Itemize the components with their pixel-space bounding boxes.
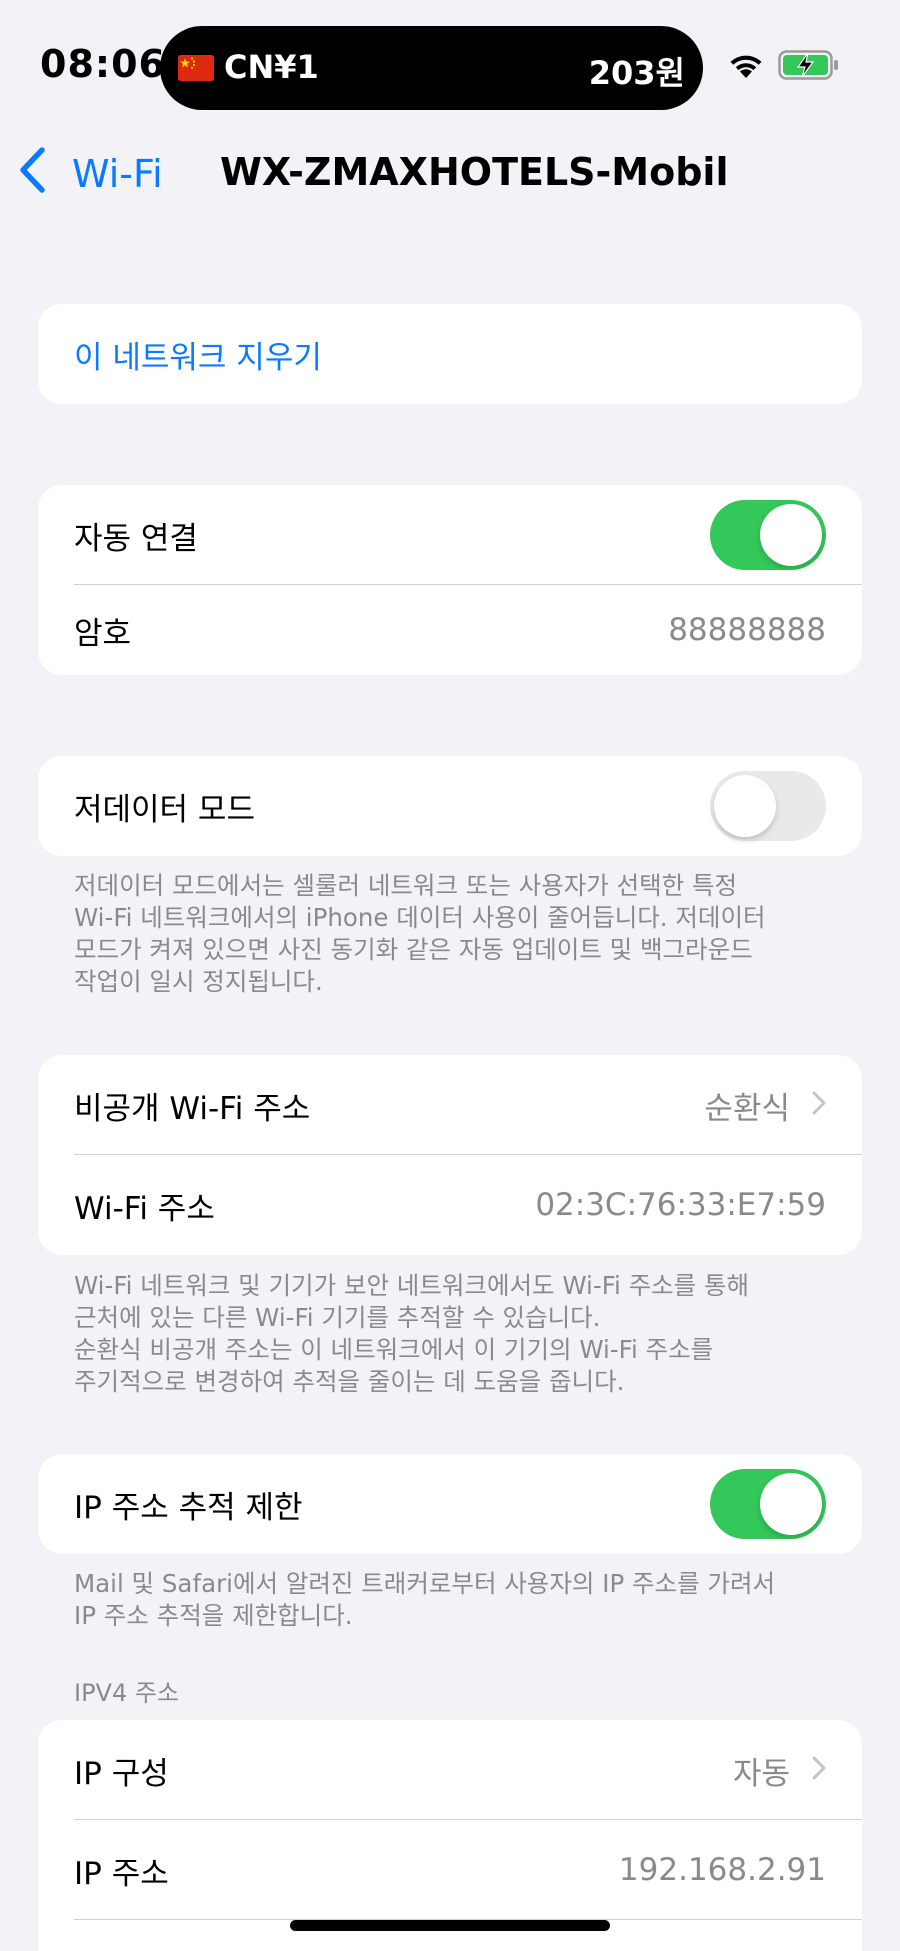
footnote-line: 모드가 켜져 있으면 사진 동기화 같은 자동 업데이트 및 백그라운드: [74, 935, 753, 964]
auto-join-toggle[interactable]: [710, 500, 826, 570]
island-currency-left: CN¥1: [224, 48, 319, 86]
ip-address-row: IP 주소 192.168.2.91: [38, 1820, 862, 1920]
password-row[interactable]: 암호 88888888: [38, 585, 862, 675]
footnote-line: Wi-Fi 네트워크 및 기기가 보안 네트워크에서도 Wi-Fi 주소를 통해: [74, 1271, 750, 1300]
wifi-icon: [727, 50, 765, 84]
wifi-address-label: Wi-Fi 주소: [74, 1190, 215, 1227]
low-data-group: 저데이터 모드: [38, 756, 862, 856]
back-label: Wi-Fi: [72, 152, 163, 196]
ip-tracking-group: IP 주소 추적 제한: [38, 1454, 862, 1554]
footnote-line: 작업이 일시 정지됩니다.: [74, 967, 323, 996]
footnote-line: 근처에 있는 다른 Wi-Fi 기기를 추적할 수 있습니다.: [74, 1303, 601, 1332]
private-address-label: 비공개 Wi-Fi 주소: [74, 1090, 311, 1127]
forget-network-label: 이 네트워크 지우기: [74, 339, 322, 376]
ip-address-value: 192.168.2.91: [618, 1852, 826, 1888]
low-data-row: 저데이터 모드: [38, 756, 862, 856]
auto-join-label: 자동 연결: [74, 520, 198, 557]
private-address-row[interactable]: 비공개 Wi-Fi 주소 순환식: [38, 1055, 862, 1155]
private-address-value: 순환식: [704, 1090, 790, 1127]
status-time: 08:06: [40, 42, 166, 86]
ip-tracking-footnote: Mail 및 Safari에서 알려진 트래커로부터 사용자의 IP 주소를 가…: [74, 1568, 854, 1632]
footnote-line: 주기적으로 변경하여 추적을 줄이는 데 도움을 줍니다.: [74, 1367, 625, 1396]
battery-charging-icon: [778, 50, 840, 84]
limit-ip-tracking-row: IP 주소 추적 제한: [38, 1454, 862, 1554]
toggle-knob: [714, 775, 776, 837]
footnote-line: 순환식 비공개 주소는 이 네트워크에서 이 기기의 Wi-Fi 주소를: [74, 1335, 714, 1364]
toggle-knob: [760, 504, 822, 566]
ipv4-section-header: IPV4 주소: [74, 1679, 180, 1707]
island-currency-right: 203원: [588, 54, 685, 92]
home-indicator[interactable]: [290, 1920, 610, 1931]
chevron-right-icon: [812, 1752, 826, 1788]
footnote-line: 저데이터 모드에서는 셀룰러 네트워크 또는 사용자가 선택한 특정: [74, 871, 738, 900]
ip-config-value: 자동: [732, 1755, 790, 1792]
low-data-footnote: 저데이터 모드에서는 셀룰러 네트워크 또는 사용자가 선택한 특정 Wi-Fi…: [74, 870, 854, 998]
dynamic-island[interactable]: CN¥1 203원: [160, 26, 703, 110]
footnote-line: Wi-Fi 네트워크에서의 iPhone 데이터 사용이 줄어듭니다. 저데이터: [74, 903, 766, 932]
wifi-address-value: 02:3C:76:33:E7:59: [535, 1187, 826, 1223]
limit-ip-tracking-label: IP 주소 추적 제한: [74, 1489, 303, 1526]
ipv4-group: IP 구성 자동 IP 주소 192.168.2.91: [38, 1720, 862, 1951]
page-title: WX-ZMAXHOTELS-Mobil: [220, 150, 729, 194]
ip-config-row[interactable]: IP 구성 자동: [38, 1720, 862, 1820]
toggle-knob: [760, 1473, 822, 1535]
forget-network-group: 이 네트워크 지우기: [38, 304, 862, 404]
footnote-line: IP 주소 추적을 제한합니다.: [74, 1601, 353, 1630]
password-value: 88888888: [668, 612, 826, 648]
china-flag-icon: [178, 55, 214, 81]
wifi-address-row: Wi-Fi 주소 02:3C:76:33:E7:59: [38, 1155, 862, 1255]
wifi-address-group: 비공개 Wi-Fi 주소 순환식 Wi-Fi 주소 02:3C:76:33:E7…: [38, 1055, 862, 1255]
ip-address-label: IP 주소: [74, 1855, 169, 1892]
password-label: 암호: [74, 615, 132, 652]
low-data-label: 저데이터 모드: [74, 791, 255, 828]
chevron-left-icon: [18, 146, 72, 202]
auto-join-row: 자동 연결: [38, 485, 862, 585]
back-button[interactable]: Wi-Fi: [18, 146, 163, 202]
chevron-right-icon: [812, 1087, 826, 1123]
connection-settings-group: 자동 연결 암호 88888888: [38, 485, 862, 675]
forget-network-button[interactable]: 이 네트워크 지우기: [38, 304, 862, 404]
wifi-network-detail-screen: 08:06 CN¥1 203원 Wi-Fi WX-ZMAXHOTELS-Mobi…: [0, 0, 900, 1951]
wifi-address-footnote: Wi-Fi 네트워크 및 기기가 보안 네트워크에서도 Wi-Fi 주소를 통해…: [74, 1270, 854, 1398]
limit-ip-tracking-toggle[interactable]: [710, 1469, 826, 1539]
ip-config-label: IP 구성: [74, 1755, 169, 1792]
low-data-toggle[interactable]: [710, 771, 826, 841]
footnote-line: Mail 및 Safari에서 알려진 트래커로부터 사용자의 IP 주소를 가…: [74, 1569, 776, 1598]
